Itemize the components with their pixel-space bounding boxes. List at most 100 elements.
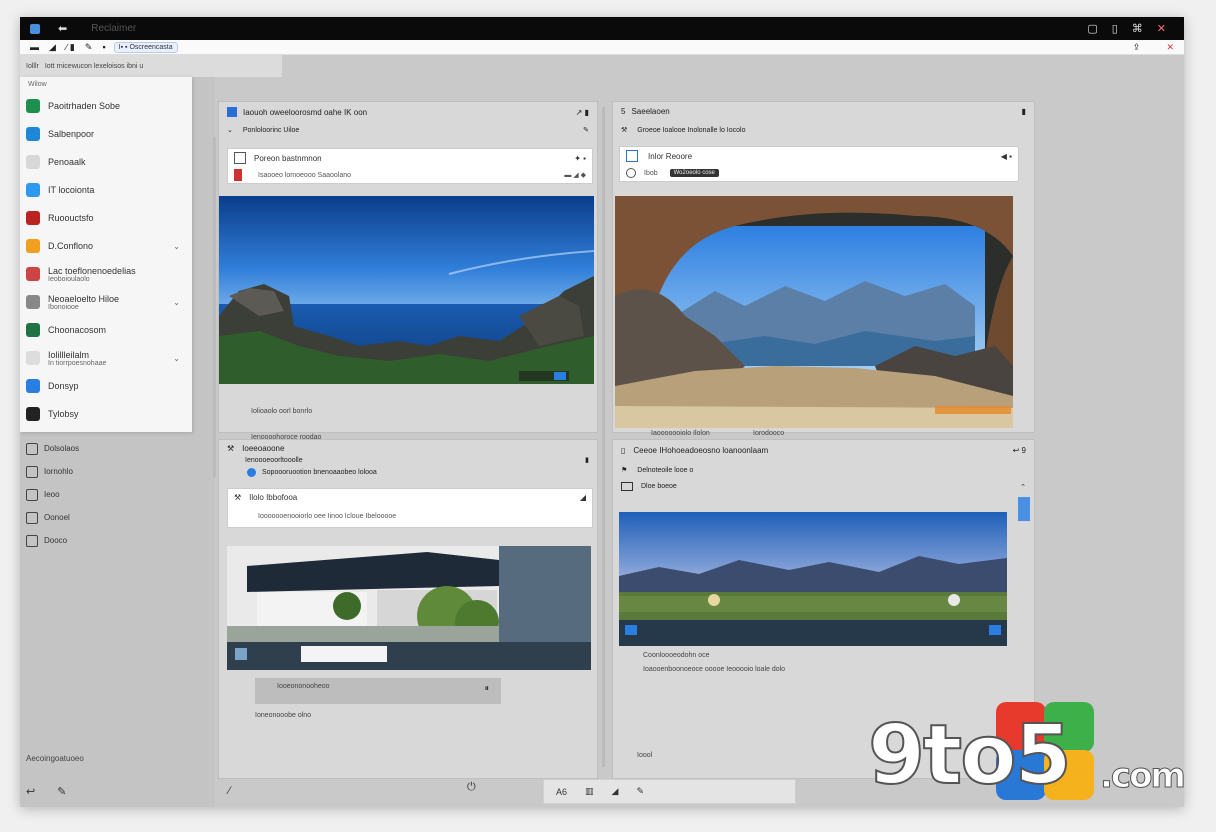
card-menu-icon[interactable]: ↗ ▮: [576, 108, 589, 117]
card-title: Iaouoh oweeloorosmd oahe IK oon: [243, 107, 368, 117]
toolbar-tool-3[interactable]: ∕ ▮: [66, 42, 75, 53]
sidebar-item[interactable]: Donsyp: [20, 372, 192, 400]
sidebar-item-title: Salbenpoor: [48, 129, 95, 139]
pen-tool-button[interactable]: ✎: [636, 786, 644, 797]
inner-header: Poreon bastnmnon ✦ ▪ Isaooeo lomoeooo Sa…: [227, 148, 593, 184]
tools-icon[interactable]: ⚒: [621, 126, 627, 134]
more-icon[interactable]: ✦ ▪: [574, 154, 586, 163]
more-icon[interactable]: ◢: [580, 493, 586, 502]
window-tile-icon[interactable]: ▢: [1087, 22, 1097, 35]
text-tool-button[interactable]: A6: [556, 787, 567, 797]
card-app-icon: [227, 107, 237, 117]
sidebar-item[interactable]: Penoaalk: [20, 148, 192, 176]
sidebar-lower-item[interactable]: Dooco: [20, 529, 192, 552]
screenshot-rock-arch[interactable]: [615, 196, 1013, 428]
sidebar-item[interactable]: Paoitrhaden Sobe: [20, 92, 192, 120]
undo-icon[interactable]: ↩: [26, 785, 35, 798]
watermark-logo: 9to5 .com: [867, 700, 1188, 806]
power-icon: [26, 511, 38, 524]
pause-icon[interactable]: ⏸: [484, 683, 489, 694]
sheet-icon: [26, 323, 40, 337]
card-3[interactable]: ⚒ Ioeeoaoone Ienoooeoorltooolle ▮ Sopooo…: [218, 439, 598, 779]
window-minimize-icon[interactable]: ▯: [1112, 22, 1118, 35]
window-title: Reclaimer: [91, 23, 137, 34]
card-app-icon: ⚒: [227, 444, 235, 453]
sidebar-item-label: Penoaalk: [48, 157, 86, 167]
close-tab-icon[interactable]: ✕: [1166, 42, 1174, 53]
sidebar-item-title: Ruoouctsfo: [48, 213, 94, 223]
sidebar-item-title: Neoaeloelto Hiloe: [48, 293, 120, 304]
sidebar-lower-item[interactable]: Ieoo: [20, 483, 192, 506]
caption-1: Iolioaolo oorl bonrlo: [251, 408, 313, 415]
sidebar-lower-label: Dooco: [44, 536, 68, 545]
sidebar-item[interactable]: D.Conflono ⌄: [20, 232, 192, 260]
screenshot-modern-house[interactable]: [227, 546, 591, 670]
pen-icon[interactable]: ✎: [57, 785, 66, 798]
card-menu-icon[interactable]: ▮: [585, 456, 589, 464]
chevron-down-icon[interactable]: ⌄: [173, 242, 180, 251]
sidebar-lower-item[interactable]: Iornohlo: [20, 460, 192, 483]
bottom-toolbar: A6 ▥ ◢ ✎: [543, 779, 796, 804]
shape-tool-button[interactable]: ◢: [612, 786, 619, 797]
screenshot-valley-sunset[interactable]: [619, 512, 1007, 646]
sidebar-item[interactable]: Tylobsy: [20, 400, 192, 428]
address-field[interactable]: I▪ ▪ Oscreencasta: [113, 41, 178, 53]
grid-tool-button[interactable]: ▥: [585, 786, 594, 797]
sidebar-item-label: Donsyp: [48, 381, 79, 391]
sidebar-lower-item[interactable]: Oonoel: [20, 506, 192, 529]
flag-icon: [234, 169, 242, 181]
app-icon-small: [234, 152, 246, 164]
card-menu-icon[interactable]: ↩ 9: [1013, 446, 1026, 455]
card-2[interactable]: 5 Saeelaoen ▮ ⚒ Groeoe Ioalooe Inolonall…: [612, 101, 1035, 437]
subbar-text[interactable]: Iott rnicewucon lexeloisos ibni u: [45, 63, 143, 70]
sidebar-item-label: Neoaeloelto Hiloe Ibonoiooe: [48, 294, 119, 311]
toolbar-tool-2[interactable]: ◢: [49, 42, 56, 53]
sidebar-footer[interactable]: Aecoingoatuoeo: [26, 754, 84, 763]
card-title: Saeelaoen: [631, 107, 670, 116]
sidebar-item[interactable]: Ruoouctsfo: [20, 204, 192, 232]
store-icon: [26, 379, 40, 393]
more-icon[interactable]: ◀ ▪: [1001, 152, 1012, 161]
card-1[interactable]: Iaouoh oweeloorosmd oahe IK oon ↗ ▮ ⌄ Po…: [218, 101, 598, 441]
caption-1: Coonloooeodohn oce: [643, 652, 710, 659]
radio-icon[interactable]: [626, 168, 636, 178]
window-close-icon[interactable]: ✕: [1157, 22, 1166, 35]
power-icon[interactable]: ⏻: [467, 781, 476, 794]
sidebar-lower-item[interactable]: Dolsolaos: [20, 437, 192, 460]
edit-icon[interactable]: ✎: [583, 126, 589, 134]
sidebar-item-label: Lac toeflonenoedelias Ieoboioulaolo: [48, 266, 136, 283]
window-pin-icon[interactable]: ⌘: [1132, 22, 1143, 35]
sidebar-item[interactable]: Salbenpoor: [20, 120, 192, 148]
share-icon[interactable]: ⇪: [1133, 42, 1141, 53]
cloud-icon: [26, 183, 40, 197]
card-menu-icon[interactable]: ▮: [1022, 107, 1026, 116]
sidebar-item[interactable]: IT locoionta: [20, 176, 192, 204]
sidebar-item-title: Donsyp: [48, 381, 79, 391]
arrow-back-icon[interactable]: ⬅: [58, 22, 67, 35]
sidebar-item[interactable]: Neoaeloelto Hiloe Ibonoiooe ⌄: [20, 288, 192, 316]
chevron-down-icon[interactable]: ⌄: [173, 354, 180, 363]
toolbar-tool-5[interactable]: ▪: [102, 42, 105, 52]
scrollbar-thumb[interactable]: [1018, 497, 1030, 521]
toolbar-tool-4[interactable]: ✎: [85, 42, 93, 53]
sidebar-item-title: Paoitrhaden Sobe: [48, 101, 121, 111]
screenshot-mountain-sea[interactable]: [219, 196, 594, 384]
document-icon: [26, 155, 40, 169]
list-icon: [26, 465, 38, 478]
chevron-down-icon[interactable]: ⌄: [173, 298, 180, 307]
sidebar-item[interactable]: Lac toeflonenoedelias Ieoboioulaolo: [20, 260, 192, 288]
sidebar-scrollbar[interactable]: [213, 137, 216, 477]
inner-actions[interactable]: ▬ ◢ ◆: [564, 171, 586, 179]
sidebar-item-label: Paoitrhaden Sobe: [48, 101, 120, 111]
toolbar-tool-1[interactable]: ▬: [30, 42, 39, 52]
chevron-up-icon[interactable]: ⌃: [1020, 483, 1026, 491]
sidebar-header: Wilow: [28, 81, 47, 88]
sidebar-item[interactable]: Iolillleilalm In tiorrpoesnohaae ⌄: [20, 344, 192, 372]
sidebar-item[interactable]: Choonacosom: [20, 316, 192, 344]
inner-subtitle: Dloe boeoe: [641, 483, 677, 490]
chevron-down-icon[interactable]: ⌄: [227, 126, 233, 134]
sub-panel: Iooeononooheoo ⏸: [255, 678, 501, 704]
badge-icon: ⚑: [621, 467, 628, 474]
app-window: ⬅ Reclaimer ▢ ▯ ⌘ ✕ ▬ ◢ ∕ ▮ ✎ ▪ I▪ ▪ Osc…: [20, 17, 1184, 807]
slash-icon[interactable]: ∕: [228, 785, 230, 798]
